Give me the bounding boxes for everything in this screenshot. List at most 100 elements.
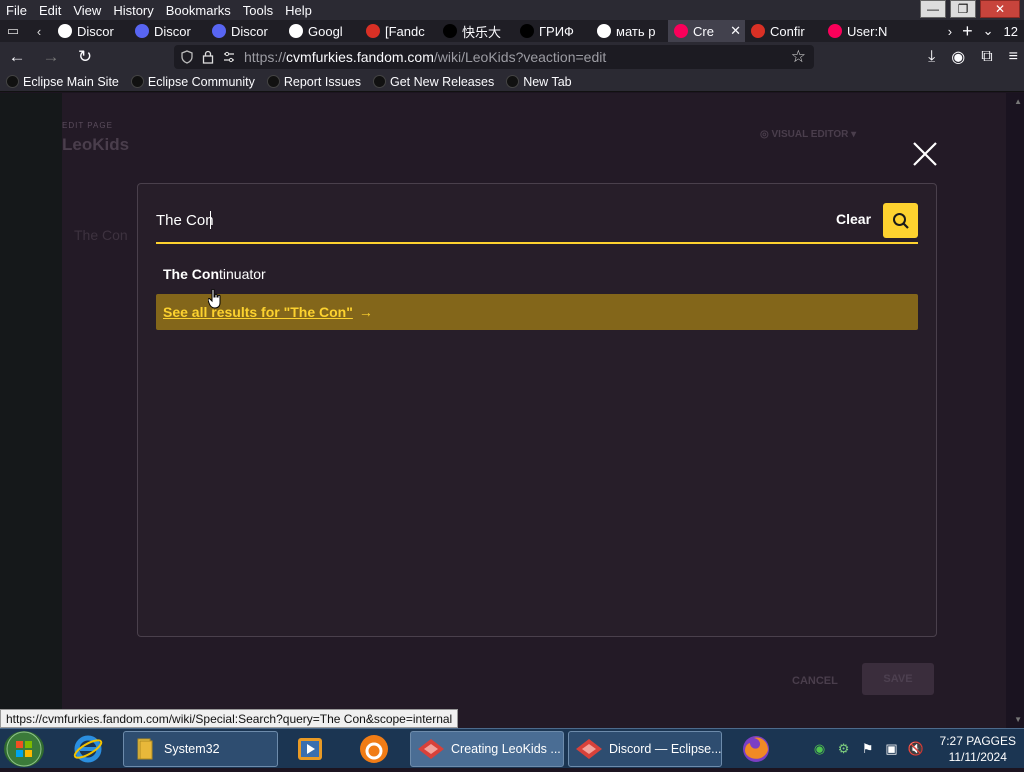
back-icon[interactable]: ← bbox=[0, 47, 34, 67]
tab-label: Discor bbox=[77, 23, 114, 39]
page-title: LeoKids bbox=[62, 135, 130, 154]
menu-history[interactable]: History bbox=[107, 3, 159, 18]
tab-list-icon[interactable]: ▭ bbox=[0, 23, 26, 39]
page-content: EDIT PAGE LeoKids ◎ VISUAL EDITOR ▾ The … bbox=[0, 93, 1024, 728]
see-all-results-label: See all results for "The Con" bbox=[163, 304, 353, 320]
tab-5[interactable]: 快乐大 bbox=[437, 20, 514, 42]
media-player-icon[interactable] bbox=[294, 733, 326, 765]
menu-file[interactable]: File bbox=[0, 3, 33, 18]
tray-app-icon[interactable]: ⚙ bbox=[836, 741, 852, 757]
bookmark-item-1[interactable]: Eclipse Community bbox=[125, 75, 261, 89]
tab-3[interactable]: Googl bbox=[283, 20, 360, 42]
chevron-down-icon: ▾ bbox=[848, 129, 857, 140]
bookmark-label: Report Issues bbox=[283, 74, 361, 89]
eclipse-icon bbox=[6, 75, 19, 88]
menu-edit[interactable]: Edit bbox=[33, 3, 67, 18]
bookmark-star-icon[interactable]: ☆ bbox=[791, 47, 806, 67]
internet-explorer-icon[interactable] bbox=[72, 733, 104, 765]
firefox-icon[interactable] bbox=[740, 733, 772, 765]
tab-7[interactable]: мать р bbox=[591, 20, 668, 42]
taskbar: System32 Creating LeoKids ... Discord — … bbox=[0, 728, 1024, 768]
taskbar-task-discord[interactable]: Discord — Eclipse... bbox=[568, 731, 722, 767]
download-icon[interactable]: ⤓ bbox=[928, 48, 935, 66]
close-icon[interactable] bbox=[910, 139, 940, 169]
tab-label: [Fandc bbox=[385, 23, 425, 39]
network-icon[interactable]: ▣ bbox=[884, 741, 900, 757]
tab-4[interactable]: [Fandc bbox=[360, 20, 437, 42]
cat-icon bbox=[443, 24, 457, 38]
clear-button[interactable]: Clear bbox=[836, 211, 871, 227]
bookmark-item-3[interactable]: Get New Releases bbox=[367, 75, 500, 89]
taskbar-task-system32[interactable]: System32 bbox=[123, 731, 278, 767]
volume-muted-icon[interactable]: 🔇 bbox=[908, 741, 924, 757]
url-bar[interactable]: https://cvmfurkies.fandom.com/wiki/LeoKi… bbox=[174, 45, 814, 69]
tab-9[interactable]: Confir bbox=[745, 20, 822, 42]
tab-label: Googl bbox=[308, 23, 343, 39]
lock-icon[interactable] bbox=[202, 50, 214, 64]
menu-bookmarks[interactable]: Bookmarks bbox=[160, 3, 237, 18]
tab-10[interactable]: User:N bbox=[822, 20, 899, 42]
tab-label: Cre bbox=[693, 23, 714, 39]
nav-bar: ← → ↻ https://cvmfurkies.fandom.com/wiki… bbox=[0, 42, 1024, 72]
see-all-results-link[interactable]: See all results for "The Con" → bbox=[156, 294, 918, 330]
google-icon bbox=[289, 24, 303, 38]
tab-label: Discor bbox=[231, 23, 268, 39]
clock-date: 11/11/2024 bbox=[948, 750, 1007, 764]
bookmark-item-2[interactable]: Report Issues bbox=[261, 75, 367, 89]
scroll-down-arrow[interactable]: ▼ bbox=[1014, 715, 1022, 724]
google-icon bbox=[597, 24, 611, 38]
tab-scroll-right-icon[interactable]: › bbox=[948, 24, 952, 39]
menu-tools[interactable]: Tools bbox=[237, 3, 279, 18]
tab-2[interactable]: Discor bbox=[206, 20, 283, 42]
tab-0[interactable]: Discor bbox=[52, 20, 129, 42]
edit-page-label: EDIT PAGE bbox=[62, 121, 113, 130]
hand-cursor-icon bbox=[208, 289, 221, 309]
hamburger-menu-icon[interactable]: ≡ bbox=[1009, 48, 1018, 66]
tab-scroll-left-icon[interactable]: ‹ bbox=[26, 24, 52, 39]
search-suggestion[interactable]: The Continuator bbox=[163, 266, 266, 282]
tab-8[interactable]: Cre ✕ bbox=[668, 20, 745, 42]
scroll-up-arrow[interactable]: ▲ bbox=[1014, 97, 1022, 106]
bookmark-label: Get New Releases bbox=[389, 74, 495, 89]
chevron-down-icon[interactable]: ⌄ bbox=[983, 23, 994, 39]
eclipse-browser-icon bbox=[418, 739, 444, 759]
tab-close-icon[interactable]: ✕ bbox=[730, 23, 741, 39]
page-info-icon[interactable] bbox=[222, 50, 236, 64]
menu-bar: File Edit View History Bookmarks Tools H… bbox=[0, 0, 1024, 20]
new-tab-icon[interactable]: + bbox=[962, 21, 973, 42]
start-button[interactable] bbox=[4, 731, 44, 767]
cancel-button[interactable]: CANCEL bbox=[792, 675, 838, 687]
close-window-button[interactable]: ✕ bbox=[980, 0, 1020, 18]
network-globe-icon[interactable]: ◉ bbox=[812, 741, 828, 757]
flag-icon[interactable]: ⚑ bbox=[860, 741, 876, 757]
forward-icon[interactable]: → bbox=[34, 47, 68, 67]
uc-browser-icon[interactable] bbox=[358, 733, 390, 765]
clock-time: 7:27 PAGGES bbox=[939, 734, 1016, 748]
extensions-icon[interactable]: ⧉ bbox=[981, 48, 992, 66]
bookmark-item-0[interactable]: Eclipse Main Site bbox=[0, 75, 125, 89]
tab-count[interactable]: 12 bbox=[1004, 24, 1018, 39]
tab-1[interactable]: Discor bbox=[129, 20, 206, 42]
discord-icon bbox=[135, 24, 149, 38]
windows-logo-icon bbox=[6, 731, 42, 767]
visual-editor-toggle[interactable]: ◎ VISUAL EDITOR ▾ bbox=[760, 129, 856, 140]
shield-icon[interactable] bbox=[180, 50, 194, 64]
taskbar-task-creating-leokids[interactable]: Creating LeoKids ... bbox=[410, 731, 564, 767]
reload-icon[interactable]: ↻ bbox=[68, 47, 102, 67]
search-button[interactable] bbox=[883, 203, 918, 238]
minimize-button[interactable]: — bbox=[920, 0, 946, 18]
bookmark-item-4[interactable]: New Tab bbox=[500, 75, 577, 89]
save-button[interactable]: SAVE bbox=[862, 663, 934, 695]
arrow-right-icon: → bbox=[358, 304, 373, 320]
menu-help[interactable]: Help bbox=[279, 3, 318, 18]
tab-6[interactable]: ГРИФ bbox=[514, 20, 591, 42]
menu-view[interactable]: View bbox=[67, 3, 107, 18]
tab-label: мать р bbox=[616, 23, 656, 39]
restore-button[interactable]: ❐ bbox=[950, 0, 976, 18]
clock[interactable]: 7:27 PAGGES 11/11/2024 bbox=[940, 733, 1016, 765]
search-input[interactable] bbox=[156, 208, 756, 232]
account-icon[interactable]: ◉ bbox=[951, 47, 965, 67]
tab-label: Confir bbox=[770, 23, 805, 39]
gmail-icon bbox=[366, 24, 380, 38]
nav-right-tools: ⤓ ◉ ⧉ ≡ bbox=[928, 42, 1018, 72]
